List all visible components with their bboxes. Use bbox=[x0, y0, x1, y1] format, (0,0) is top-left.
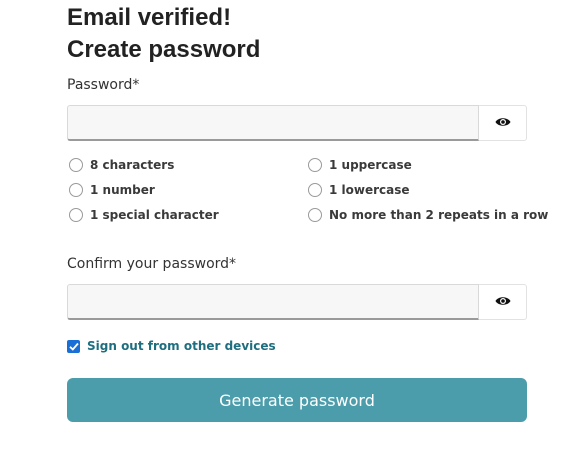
page-subtitle: Create password bbox=[67, 36, 261, 63]
sign-out-option[interactable]: Sign out from other devices bbox=[67, 339, 276, 353]
requirement-1-special-character: 1 special character bbox=[69, 208, 219, 222]
requirement-status-icon bbox=[69, 183, 83, 197]
generate-password-button[interactable]: Generate password bbox=[67, 378, 527, 422]
requirement-8-characters: 8 characters bbox=[69, 158, 174, 172]
sign-out-label[interactable]: Sign out from other devices bbox=[87, 339, 276, 353]
confirm-password-visibility-toggle[interactable] bbox=[479, 284, 527, 320]
requirement-status-icon bbox=[69, 208, 83, 222]
confirm-password-label: Confirm your password* bbox=[67, 256, 237, 272]
password-row bbox=[67, 105, 527, 141]
requirement-status-icon bbox=[308, 208, 322, 222]
requirement-no-repeats: No more than 2 repeats in a row bbox=[308, 208, 548, 222]
sign-out-checkbox[interactable] bbox=[67, 339, 80, 353]
requirement-1-lowercase: 1 lowercase bbox=[308, 183, 410, 197]
checkmark-icon bbox=[68, 342, 79, 351]
requirement-label: 1 uppercase bbox=[329, 158, 412, 172]
requirement-label: No more than 2 repeats in a row bbox=[329, 208, 549, 222]
requirement-1-uppercase: 1 uppercase bbox=[308, 158, 412, 172]
confirm-password-input[interactable] bbox=[67, 284, 479, 320]
requirement-status-icon bbox=[308, 183, 322, 197]
requirement-1-number: 1 number bbox=[69, 183, 155, 197]
eye-icon bbox=[495, 116, 511, 131]
requirement-label: 1 special character bbox=[90, 208, 219, 222]
requirement-status-icon bbox=[308, 158, 322, 172]
page-title: Email verified! bbox=[67, 4, 232, 31]
requirement-label: 8 characters bbox=[90, 158, 175, 172]
password-visibility-toggle[interactable] bbox=[479, 105, 527, 141]
password-label: Password* bbox=[67, 77, 140, 93]
requirement-status-icon bbox=[69, 158, 83, 172]
requirement-label: 1 number bbox=[90, 183, 155, 197]
requirement-label: 1 lowercase bbox=[329, 183, 410, 197]
password-input[interactable] bbox=[67, 105, 479, 141]
eye-icon bbox=[495, 295, 511, 310]
confirm-password-row bbox=[67, 284, 527, 320]
